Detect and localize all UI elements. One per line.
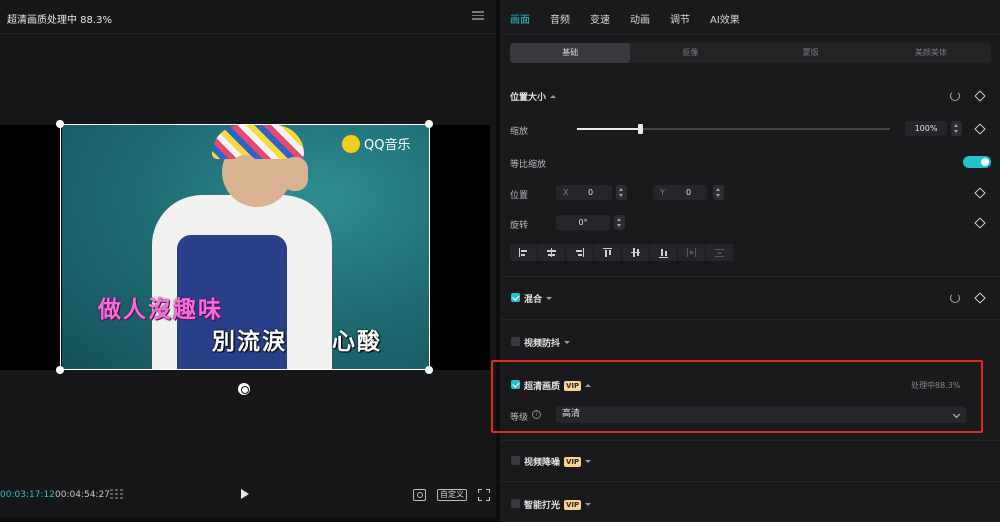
keyframe-icon[interactable] <box>974 90 986 102</box>
resize-handle-top-right[interactable] <box>425 120 433 128</box>
relight-checkbox[interactable] <box>511 499 520 508</box>
tab-adjust[interactable]: 调节 <box>670 0 690 34</box>
section-position-size[interactable]: 位置大小 <box>510 90 557 103</box>
play-icon[interactable] <box>241 489 249 499</box>
divider <box>500 34 1000 35</box>
x-axis-tag: X <box>563 188 569 197</box>
chevron-down-icon <box>546 297 553 300</box>
uniform-scale-label: 等比缩放 <box>510 160 547 170</box>
fit-screen-icon[interactable] <box>413 489 426 501</box>
timeline-icon[interactable] <box>110 489 126 501</box>
position-x-input[interactable]: X 0 <box>556 185 612 200</box>
resize-handle-bottom-left[interactable] <box>56 366 64 374</box>
rotate-label: 旋转 <box>510 221 529 231</box>
highlight-annotation <box>491 360 983 433</box>
position-y-input[interactable]: Y 0 <box>653 185 707 200</box>
denoise-checkbox[interactable] <box>511 456 520 465</box>
keyframe-icon[interactable] <box>974 217 986 229</box>
stabilize-label: 视频防抖 <box>524 339 561 349</box>
chevron-down-icon <box>585 460 592 463</box>
selection-border <box>60 124 430 370</box>
vip-badge: VIP <box>564 456 582 467</box>
chevron-down-icon <box>585 503 592 506</box>
position-x-stepper[interactable] <box>616 185 627 200</box>
position-x-value: 0 <box>588 188 594 197</box>
denoise-label: 视频降噪 <box>524 458 561 468</box>
resize-handle-bottom-right[interactable] <box>425 366 433 374</box>
section-denoise[interactable]: 视频降噪 VIP <box>524 455 592 468</box>
divider <box>500 481 1000 482</box>
rotate-input[interactable]: 0° <box>556 215 610 230</box>
tab-ai-effects[interactable]: AI效果 <box>710 0 740 34</box>
section-title: 位置大小 <box>510 93 547 103</box>
scale-slider-fill <box>577 128 640 130</box>
distribute-h-button[interactable] <box>678 244 705 261</box>
divider <box>0 33 496 34</box>
tab-audio[interactable]: 音频 <box>550 0 570 34</box>
section-relight[interactable]: 智能打光 VIP <box>524 498 592 511</box>
reset-icon[interactable] <box>950 293 960 303</box>
subtab-bar: 基础 抠像 蒙版 美颜美体 <box>510 43 991 63</box>
subtab-basic[interactable]: 基础 <box>510 43 631 63</box>
position-y-value: 0 <box>686 188 692 197</box>
position-label: 位置 <box>510 191 529 201</box>
scale-input[interactable]: 100% <box>905 121 947 136</box>
align-center-v-button[interactable] <box>622 244 649 261</box>
tab-speed[interactable]: 变速 <box>590 0 610 34</box>
y-axis-tag: Y <box>660 188 665 197</box>
blend-label: 混合 <box>524 295 543 305</box>
fullscreen-icon[interactable] <box>478 489 490 501</box>
reset-icon[interactable] <box>950 91 960 101</box>
keyframe-icon[interactable] <box>974 187 986 199</box>
divider <box>500 319 1000 320</box>
divider <box>500 440 1000 441</box>
align-bottom-button[interactable] <box>650 244 677 261</box>
subtab-beauty[interactable]: 美颜美体 <box>871 43 991 63</box>
properties-panel: 画面 音频 变速 动画 调节 AI效果 基础 抠像 蒙版 美颜美体 位置大小 缩… <box>500 0 1000 522</box>
subtab-mask[interactable]: 蒙版 <box>751 43 871 63</box>
menu-icon[interactable] <box>472 9 484 21</box>
rotate-handle-icon[interactable] <box>238 383 250 395</box>
tab-animation[interactable]: 动画 <box>630 0 650 34</box>
scale-slider[interactable] <box>577 124 890 134</box>
property-tabs: 画面 音频 变速 动画 调节 AI效果 <box>500 0 1000 34</box>
uniform-scale-toggle[interactable] <box>963 156 991 168</box>
divider <box>500 276 1000 277</box>
ratio-button[interactable]: 自定义 <box>437 489 467 501</box>
scale-slider-thumb[interactable] <box>637 124 643 134</box>
align-top-button[interactable] <box>594 244 621 261</box>
relight-label: 智能打光 <box>524 501 561 511</box>
align-toolbar <box>510 244 733 261</box>
align-left-button[interactable] <box>510 244 537 261</box>
vip-badge: VIP <box>564 499 582 510</box>
tab-picture[interactable]: 画面 <box>510 0 530 34</box>
keyframe-icon[interactable] <box>974 292 986 304</box>
align-center-h-button[interactable] <box>538 244 565 261</box>
stabilize-checkbox[interactable] <box>511 337 520 346</box>
scale-label: 缩放 <box>510 127 529 137</box>
keyframe-icon[interactable] <box>974 123 986 135</box>
distribute-v-button[interactable] <box>706 244 733 261</box>
blend-checkbox[interactable] <box>511 293 520 302</box>
current-time: 00:03:17:12 <box>0 490 55 500</box>
section-blend[interactable]: 混合 <box>524 292 553 305</box>
preview-title: 超清画质处理中 88.3% <box>7 15 112 26</box>
total-duration: 00:04:54:27 <box>55 490 110 500</box>
chevron-up-icon <box>550 95 557 98</box>
resize-handle-top-left[interactable] <box>56 120 64 128</box>
rotate-stepper[interactable] <box>614 215 625 230</box>
chevron-down-icon <box>564 341 571 344</box>
position-y-stepper[interactable] <box>713 185 724 200</box>
align-right-button[interactable] <box>566 244 593 261</box>
subtab-cutout[interactable]: 抠像 <box>630 43 750 63</box>
scale-stepper[interactable] <box>951 121 962 136</box>
section-stabilize[interactable]: 视频防抖 <box>524 336 571 349</box>
